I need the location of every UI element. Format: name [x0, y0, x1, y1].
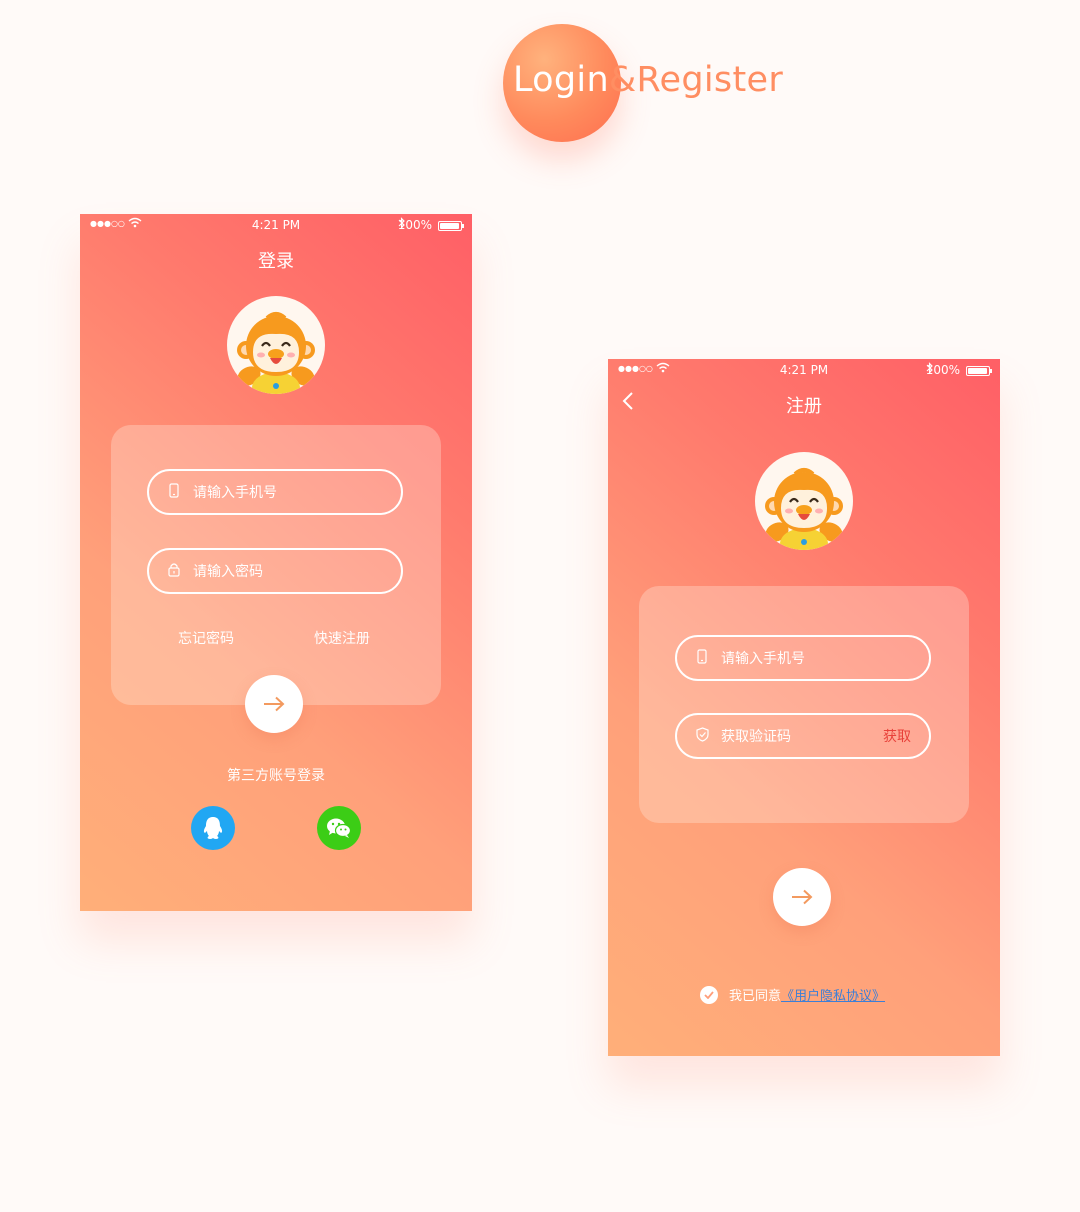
battery-icon [966, 366, 992, 376]
battery-percent: 100% [397, 218, 432, 232]
login-submit-button[interactable] [245, 675, 303, 733]
agreement-row: 我已同意 《用户隐私协议》 [700, 985, 885, 1004]
status-bar: ●●●○○ 4:21 PM 100% [608, 359, 1000, 381]
qq-login-button[interactable] [191, 806, 235, 850]
login-form-card: 请输入手机号 请输入密码 忘记密码 快速注册 [111, 425, 441, 705]
forgot-password-link[interactable]: 忘记密码 [178, 628, 234, 648]
wechat-icon [327, 818, 352, 838]
status-bar: ●●●○○ 4:21 PM 100% [80, 214, 472, 236]
register-screen: ●●●○○ 4:21 PM 100% 注册 请输入手机号 获取验证码 获取 我已… [608, 359, 1000, 1056]
battery-percent: 100% [925, 363, 960, 377]
phone-input[interactable]: 请输入手机号 [147, 469, 403, 515]
agree-checkbox[interactable] [700, 985, 718, 1004]
page-title: Login&Register [513, 60, 783, 100]
register-form-card: 请输入手机号 获取验证码 获取 [639, 586, 969, 823]
third-party-login-label: 第三方账号登录 [227, 768, 325, 784]
login-screen: ●●●○○ 4:21 PM 100% 登录 请输入手机号 请输入密码 忘记密码 … [80, 214, 472, 911]
shield-icon [695, 726, 709, 746]
page-title-part1: Login [513, 60, 609, 100]
check-icon [704, 990, 714, 999]
password-placeholder: 请输入密码 [193, 564, 263, 580]
arrow-right-icon [264, 696, 285, 712]
page-title-part2: &Register [608, 60, 784, 100]
phone-input[interactable]: 请输入手机号 [675, 635, 931, 681]
qq-icon [203, 817, 223, 839]
phone-placeholder: 请输入手机号 [193, 485, 277, 501]
privacy-agreement-link[interactable]: 《用户隐私协议》 [781, 985, 885, 1004]
wechat-login-button[interactable] [317, 806, 361, 850]
login-nav-title: 登录 [258, 251, 294, 272]
phone-icon [695, 648, 709, 668]
quick-register-link[interactable]: 快速注册 [314, 628, 370, 648]
register-nav-title: 注册 [786, 396, 822, 417]
battery-icon [438, 221, 464, 231]
password-input[interactable]: 请输入密码 [147, 548, 403, 594]
get-code-button[interactable]: 获取 [883, 726, 911, 746]
monkey-avatar [755, 452, 853, 550]
monkey-avatar [227, 296, 325, 394]
agree-text: 我已同意 [729, 989, 782, 1004]
lock-icon [167, 562, 181, 581]
verification-code-input[interactable]: 获取验证码 获取 [675, 713, 931, 759]
code-placeholder: 获取验证码 [721, 729, 791, 745]
register-submit-button[interactable] [773, 868, 831, 926]
phone-placeholder: 请输入手机号 [721, 651, 805, 667]
arrow-right-icon [792, 889, 813, 905]
phone-icon [167, 482, 181, 502]
